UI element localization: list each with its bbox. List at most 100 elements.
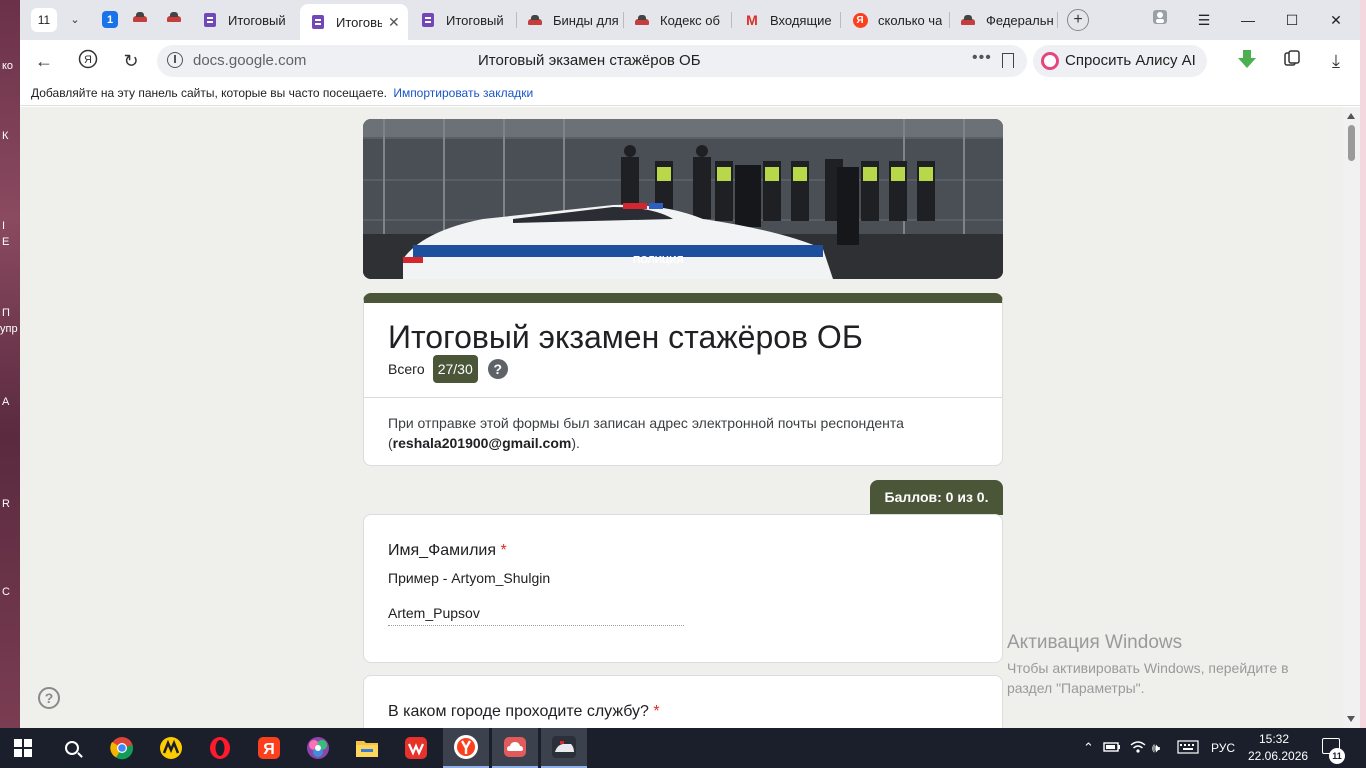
forms-icon — [420, 12, 436, 28]
car-icon — [132, 11, 148, 23]
close-window-icon[interactable]: ✕ — [1324, 8, 1348, 32]
minimize-icon[interactable]: — — [1236, 8, 1260, 32]
wifi-icon[interactable] — [1130, 740, 1146, 757]
tab-forms-1[interactable]: Итоговый — [192, 4, 292, 36]
taskbar-yandex-market[interactable] — [148, 728, 194, 768]
profile-icon[interactable] — [1148, 8, 1172, 32]
forms-icon — [202, 12, 218, 28]
pinned-tab-car[interactable] — [132, 10, 152, 30]
taskbar-chrome[interactable] — [99, 728, 145, 768]
pinned-tab-car[interactable] — [166, 10, 186, 30]
bookmarks-bar: Добавляйте на эту панель сайты, которые … — [20, 82, 1360, 106]
vertical-scrollbar[interactable] — [1342, 107, 1360, 728]
taskbar: Я ⌃ 🕪 РУС 15:32 22.06.2026 11 — [0, 728, 1366, 768]
menu-icon[interactable]: ☰ — [1192, 8, 1216, 32]
car-icon — [166, 11, 182, 23]
volume-icon[interactable]: 🕪 — [1152, 740, 1160, 756]
wps-icon — [405, 737, 427, 759]
windows-activation-watermark: Активация Windows Чтобы активировать Win… — [1007, 632, 1327, 698]
taskbar-game[interactable] — [541, 728, 587, 768]
bookmarks-hint: Добавляйте на эту панель сайты, которые … — [31, 86, 387, 100]
score-badge: 27/30 — [432, 355, 478, 383]
folder-icon — [356, 741, 378, 757]
form-title-card: Итоговый экзамен стажёров ОБ Всего 27/30… — [363, 293, 1003, 466]
desktop-text-fragment: С — [2, 586, 10, 598]
bookmark-icon[interactable] — [1002, 53, 1014, 68]
input-language[interactable]: РУС — [1211, 741, 1235, 755]
tab-strip: 11 ⌄ 1 Итоговый Итоговы ✕ Итоговый Бинды… — [20, 0, 1360, 40]
downloads-icon[interactable]: ⤓ — [1324, 49, 1348, 73]
scroll-up-arrow[interactable] — [1347, 113, 1355, 119]
divider — [364, 397, 1002, 398]
maximize-icon[interactable]: ☐ — [1280, 8, 1304, 32]
yandex-browser-icon — [454, 735, 478, 759]
new-tab-button[interactable]: + — [1067, 9, 1089, 31]
taskbar-yandex-browser[interactable] — [443, 728, 489, 768]
collections-icon[interactable] — [1280, 49, 1304, 73]
desktop-text-fragment: П — [2, 307, 10, 319]
taskbar-yandex[interactable]: Я — [246, 728, 292, 768]
search-button[interactable] — [49, 728, 95, 768]
start-button[interactable] — [0, 728, 46, 768]
taskbar-opera[interactable] — [197, 728, 243, 768]
color-wheel-icon — [307, 737, 329, 759]
tab-label: Федеральн — [986, 12, 1054, 28]
more-icon[interactable]: ••• — [972, 49, 992, 67]
tab-forms-active[interactable]: Итоговы ✕ — [300, 4, 408, 40]
notification-count: 11 — [1329, 748, 1345, 764]
ask-alice-button[interactable]: Спросить Алису AI — [1033, 45, 1207, 77]
tab-federal[interactable]: Федеральн — [950, 4, 1054, 36]
banner-police-label: ПОЛИЦИЯ — [633, 255, 684, 266]
points-badge: Баллов: 0 из 0. — [870, 480, 1003, 515]
clock-time[interactable]: 15:32 — [1259, 732, 1289, 746]
tab-yandex-search[interactable]: Я сколько ча — [842, 4, 946, 36]
activation-text: Чтобы активировать Windows, перейдите в … — [1007, 660, 1289, 696]
yandex-home-icon[interactable]: Я — [76, 49, 100, 73]
tab-counter-button[interactable]: 11 — [31, 8, 57, 32]
email-note-suffix: ). — [571, 435, 580, 451]
form-header-image: ПОЛИЦИЯ — [363, 119, 1003, 279]
show-hidden-icons-icon[interactable]: ⌃ — [1083, 740, 1094, 756]
keyboard-icon[interactable] — [1177, 740, 1199, 757]
taskbar-color-app[interactable] — [295, 728, 341, 768]
tab-binds[interactable]: Бинды для — [517, 4, 621, 36]
desktop-background: ко К I E П упр А R С — [0, 0, 20, 728]
back-arrow-icon[interactable]: ← — [32, 49, 56, 73]
opera-icon — [210, 737, 230, 759]
reload-icon[interactable]: ↻ — [119, 49, 143, 73]
help-icon[interactable]: ? — [487, 359, 508, 379]
svg-text:Я: Я — [263, 741, 275, 758]
download-extension-icon[interactable] — [1237, 50, 1257, 70]
site-info-icon[interactable] — [167, 52, 183, 68]
desktop-text-fragment: упр — [0, 323, 18, 335]
market-icon — [160, 737, 182, 759]
forms-icon — [310, 14, 326, 30]
tab-gmail[interactable]: M Входящие — [734, 4, 838, 36]
pinned-tab-badge[interactable]: 1 — [102, 11, 118, 28]
desktop-text-fragment: I — [2, 220, 6, 232]
alice-icon — [1041, 52, 1059, 70]
help-float-icon[interactable]: ? — [38, 687, 60, 709]
tab-label: сколько ча — [878, 12, 943, 28]
clock-date[interactable]: 22.06.2026 — [1248, 749, 1308, 763]
close-icon[interactable]: ✕ — [388, 14, 400, 31]
address-page-title: Итоговый экзамен стажёров ОБ — [478, 52, 701, 69]
battery-icon[interactable] — [1103, 740, 1121, 757]
address-bar[interactable]: docs.google.com Итоговый экзамен стажёро… — [157, 45, 1027, 77]
tab-codex[interactable]: Кодекс об — [624, 4, 728, 36]
scroll-thumb[interactable] — [1348, 125, 1355, 161]
tab-separator — [840, 12, 841, 28]
answer-text: Artem_Pupsov — [388, 605, 684, 626]
taskbar-cloud-app[interactable] — [492, 728, 538, 768]
import-bookmarks-link[interactable]: Импортировать закладки — [393, 86, 533, 100]
taskbar-wps[interactable] — [393, 728, 439, 768]
yandex-icon: Я — [258, 737, 280, 759]
tab-label: Итоговы — [336, 14, 382, 30]
total-score-row: Всего 27/30 ? — [388, 355, 508, 383]
chevron-down-icon[interactable]: ⌄ — [64, 8, 86, 32]
taskbar-explorer[interactable] — [344, 728, 390, 768]
desktop-text-fragment: E — [2, 236, 10, 248]
scroll-down-arrow[interactable] — [1347, 716, 1355, 722]
tab-forms-3[interactable]: Итоговый — [410, 4, 514, 36]
question-title: В каком городе проходите службу? * — [388, 703, 660, 721]
